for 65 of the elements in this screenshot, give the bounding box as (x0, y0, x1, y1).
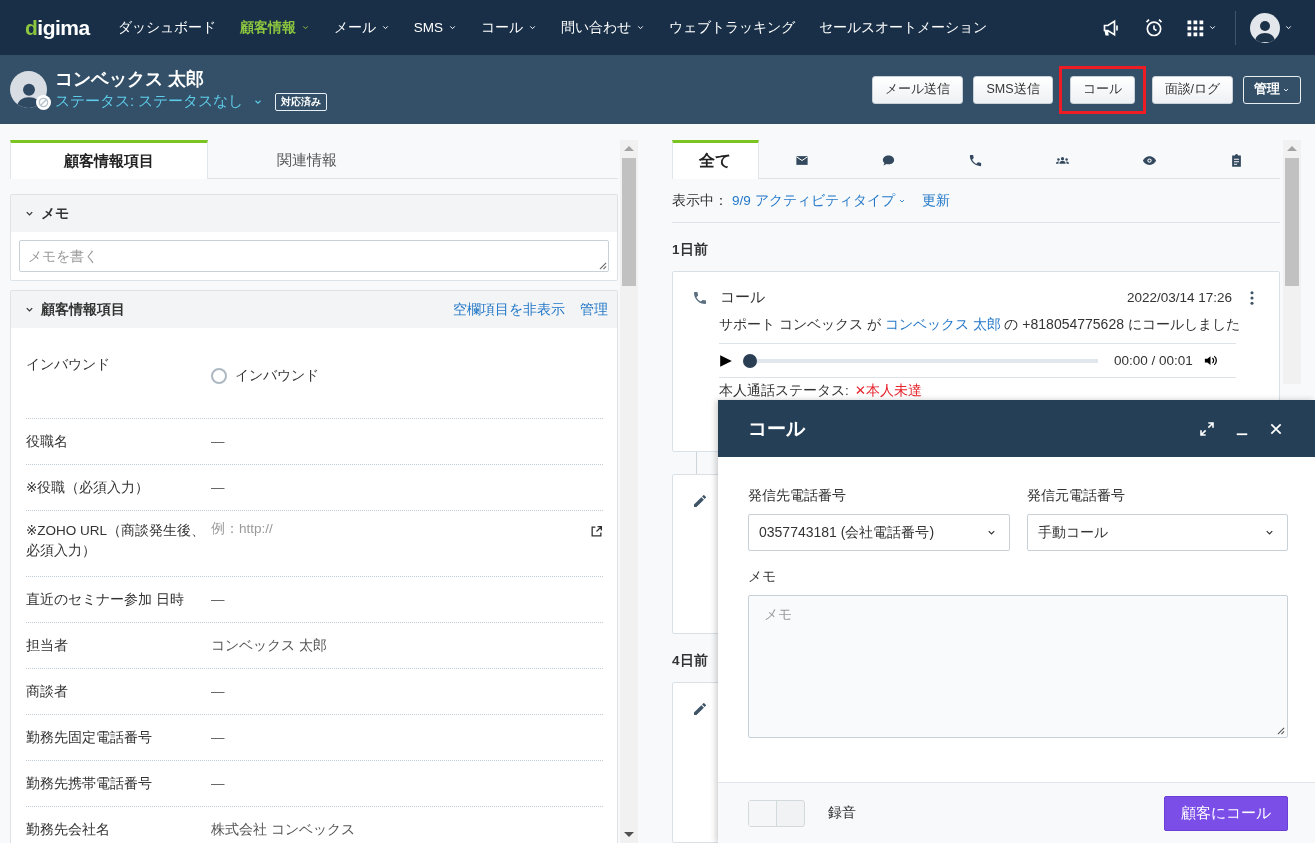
status-badge: 対応済み (275, 92, 328, 111)
nav-item[interactable]: コール (480, 18, 537, 37)
contact-name: コンベックス 太郎 (55, 68, 205, 90)
field-value: 株式会社 コンベックス (211, 821, 355, 837)
field-value: — (211, 434, 225, 449)
link[interactable]: 空欄項目を非表示 (453, 300, 565, 319)
nav-item[interactable]: ダッシュボード (117, 18, 216, 37)
action-button[interactable]: メール送信 (872, 75, 964, 104)
select-field[interactable]: 0357743181 (会社電話番号) (748, 514, 1010, 551)
playback-time: 00:00 / 00:01 (1114, 353, 1193, 368)
tab[interactable]: 顧客情報項目 (10, 140, 208, 179)
field-value: コンベックス 太郎 (211, 637, 327, 653)
section-header[interactable]: メモ (11, 195, 617, 232)
date-heading: 4日前 (672, 652, 709, 671)
field-label: インバウンド (26, 356, 111, 374)
activity-time: 2022/03/14 17:26 (1126, 290, 1232, 305)
field-label: 勤務先携帯電話番号 (26, 774, 153, 793)
action-button[interactable]: コール (1069, 75, 1135, 104)
status-dropdown[interactable]: ステータス: ステータスなし (55, 92, 264, 111)
action-button[interactable]: 面談/ログ (1151, 75, 1233, 104)
call-customer-button[interactable]: 顧客にコール (1164, 795, 1288, 831)
field-value: — (211, 480, 225, 495)
field-label: 商談者 (26, 682, 69, 701)
nav-item[interactable]: セールスオートメーション (818, 18, 987, 37)
select-field[interactable]: 手動コール (1026, 514, 1288, 551)
field-label: 発信先電話番号 (748, 487, 847, 505)
field-value: — (211, 684, 225, 699)
manage-button[interactable]: 管理 (1243, 75, 1301, 104)
filter-label: 表示中： (672, 191, 728, 210)
field-label: 担当者 (26, 636, 69, 655)
field-value: — (211, 776, 225, 791)
activity-type-filter[interactable]: 9/9 アクティビティタイプ (732, 191, 906, 210)
contact-link[interactable]: コンベックス 太郎 (884, 316, 1001, 332)
field-label: メモ (748, 568, 777, 586)
field-label: ※ZOHO URL（商談発生後、必須入力） (26, 522, 207, 560)
nav-item[interactable]: 問い合わせ (560, 18, 645, 37)
memo-field[interactable]: メモ (748, 595, 1288, 738)
radio-option[interactable]: インバウンド (211, 367, 319, 385)
field-label: 発信元電話番号 (1026, 487, 1126, 505)
link[interactable]: 管理 (580, 300, 608, 319)
field-label: ※役職（必須入力） (26, 478, 151, 497)
nav-item[interactable]: 顧客情報 (239, 18, 310, 37)
memo-field[interactable]: メモを書く (19, 240, 609, 272)
tab[interactable]: 全て (672, 140, 759, 179)
field-value: — (211, 592, 225, 607)
logo: digima (25, 15, 90, 40)
action-button[interactable]: SMS送信 (973, 75, 1053, 104)
field-label: 勤務先固定電話番号 (26, 728, 153, 747)
nav-item[interactable]: SMS (413, 20, 457, 35)
field-label: 勤務先会社名 (26, 820, 111, 839)
nav-item[interactable]: ウェブトラッキング (668, 18, 795, 37)
status-label: 本人通話ステータス: (719, 383, 849, 399)
section-title: 顧客情報項目 (41, 300, 125, 319)
field-label: 直近のセミナー参加 日時 (26, 590, 185, 609)
status-value: ✕本人未達 (854, 383, 923, 399)
activity-title: コール (720, 288, 765, 307)
field-label: 役職名 (26, 432, 69, 451)
refresh-link[interactable]: 更新 (921, 191, 950, 210)
nav-item[interactable]: メール (333, 18, 390, 37)
field-value: — (211, 730, 225, 745)
tab[interactable]: 関連情報 (208, 140, 406, 178)
dialog-title: コール (748, 416, 805, 441)
date-heading: 1日前 (672, 241, 709, 259)
toggle-label: 録音 (828, 804, 856, 822)
url-field[interactable]: 例：http:// (211, 521, 590, 536)
